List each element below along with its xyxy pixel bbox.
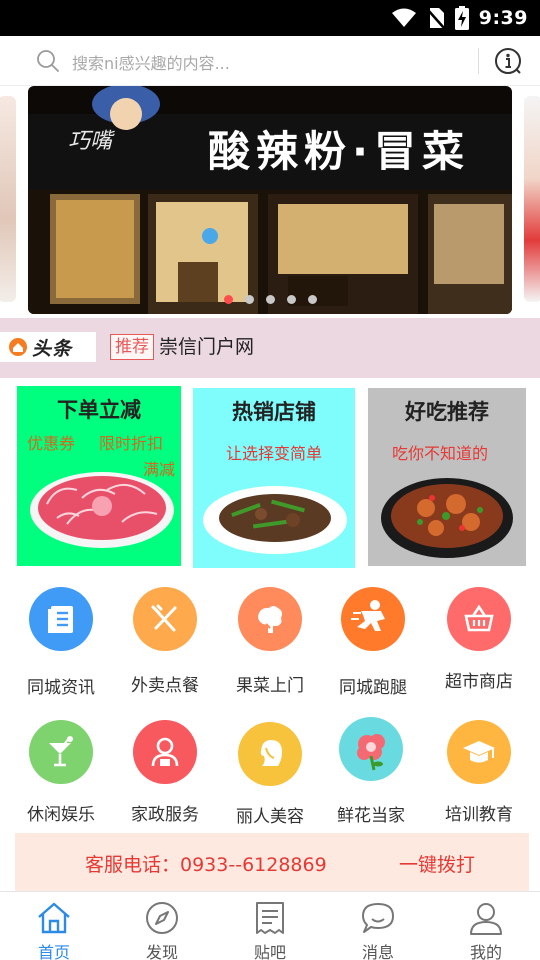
headline-bar[interactable]: 头条 推荐 崇信门户网 [0,318,540,378]
banner-slide[interactable]: 巧嘴 酸辣粉·冒菜 [28,86,512,314]
status-bar: 9:39 [0,0,540,36]
grid-item-fresh-delivery[interactable]: 果菜上门 [218,587,322,707]
tab-forum[interactable]: 贴吧 [216,892,324,960]
promo-card-recommend[interactable]: 好吃推荐 吃你不知道的 [368,388,526,566]
message-icon [362,903,394,933]
headline-logo-icon [9,338,27,356]
tab-label: 贴吧 [253,943,286,960]
tab-home[interactable]: 首页 [0,892,108,960]
flower-icon [339,717,403,781]
search-bar: 搜索ni感兴趣的内容... [0,36,540,86]
headline-tag: 推荐 [110,334,154,360]
banner-next-slide[interactable] [524,96,540,302]
grid-item-supermarket[interactable]: 超市商店 [427,587,531,707]
grid-item-education[interactable]: 培训教育 [427,720,531,840]
cocktail-icon [29,720,93,784]
banner-sign-text: 酸辣粉·冒菜 [208,127,470,176]
promo-subtitle: 限时折扣 [99,434,164,453]
profile-icon [470,903,502,935]
banner-dot[interactable] [223,295,233,304]
promo-card-discount[interactable]: 下单立减 优惠券 限时折扣 满减 [17,386,181,566]
grid-item-beauty[interactable]: 丽人美容 [218,722,322,842]
grid-item-label: 同城资讯 [27,678,95,698]
tab-messages[interactable]: 消息 [324,892,432,960]
bottom-tab-bar: 首页 发现 贴吧 消息 我的 [0,891,540,960]
banner-dot[interactable] [265,295,275,304]
spicy-dish-image [381,478,513,558]
promo-subtitle: 让选择变简单 [225,444,322,463]
news-icon [29,587,93,651]
battery-charging-icon [454,6,469,30]
home-icon [38,902,70,934]
banner-image: 巧嘴 酸辣粉·冒菜 [28,86,512,314]
call-button[interactable]: 一键拨打 [399,850,475,877]
tab-discover[interactable]: 发现 [108,892,216,960]
tab-label: 首页 [37,943,70,960]
housekeeper-icon [133,720,197,784]
banner-pagination [28,295,512,304]
promo-subtitle: 优惠券 [27,434,76,453]
customer-service-bar: 客服电话：0933--6128869 一键拨打 [15,833,529,891]
grid-item-takeout[interactable]: 外卖点餐 [113,587,217,707]
headline-text[interactable]: 崇信门户网 [159,334,254,360]
banner-dot[interactable] [244,295,254,304]
promo-title: 热销店铺 [232,400,316,424]
fork-knife-icon [133,587,197,651]
grid-item-label: 休闲娱乐 [27,805,95,825]
tab-label: 我的 [469,943,502,960]
status-time: 9:39 [478,7,528,29]
promo-card-hot-shops[interactable]: 热销店铺 让选择变简单 [193,388,355,568]
promo-subtitle: 吃你不知道的 [392,444,489,463]
basket-icon [447,587,511,651]
grid-item-leisure[interactable]: 休闲娱乐 [9,720,113,840]
grid-item-label: 鲜花当家 [337,806,405,826]
no-sim-icon [426,8,445,29]
lady-icon [238,722,302,786]
grid-item-errand[interactable]: 同城跑腿 [321,587,425,707]
headline-logo-text: 头条 [32,337,73,360]
banner-carousel[interactable]: 巧嘴 酸辣粉·冒菜 [0,86,540,318]
grid-item-label: 同城跑腿 [339,678,407,698]
dish-plate-image [203,486,347,554]
runner-icon [341,587,405,651]
grid-item-label: 超市商店 [445,672,513,692]
banner-dot[interactable] [307,295,317,304]
search-divider [478,48,479,74]
grid-item-label: 家政服务 [131,805,199,825]
meat-plate-image [30,472,174,548]
banner-dot[interactable] [286,295,296,304]
grid-item-label: 丽人美容 [236,807,304,827]
tab-profile[interactable]: 我的 [432,892,540,960]
compass-icon [146,902,178,934]
grid-item-news[interactable]: 同城资讯 [9,587,113,707]
grid-item-housekeeping[interactable]: 家政服务 [113,720,217,840]
tab-label: 发现 [145,943,178,960]
service-phone-text: 客服电话：0933--6128869 [85,854,327,876]
grid-item-label: 培训教育 [445,805,513,825]
forum-icon [256,902,284,934]
promo-title: 下单立减 [57,398,141,422]
banner-brand-text: 巧嘴 [68,129,115,154]
search-icon[interactable] [36,49,60,73]
tab-label: 消息 [361,943,394,960]
grid-item-flowers[interactable]: 鲜花当家 [319,717,423,837]
headline-logo: 头条 [0,332,96,362]
grid-item-label: 外卖点餐 [131,676,199,696]
wifi-icon [391,8,416,27]
search-input[interactable]: 搜索ni感兴趣的内容... [72,50,230,74]
graduation-cap-icon [447,720,511,784]
grid-item-label: 果菜上门 [236,676,304,696]
info-icon[interactable] [494,47,522,75]
promo-title: 好吃推荐 [405,400,489,424]
banner-prev-slide[interactable] [0,96,16,302]
vegetable-icon [238,587,302,651]
